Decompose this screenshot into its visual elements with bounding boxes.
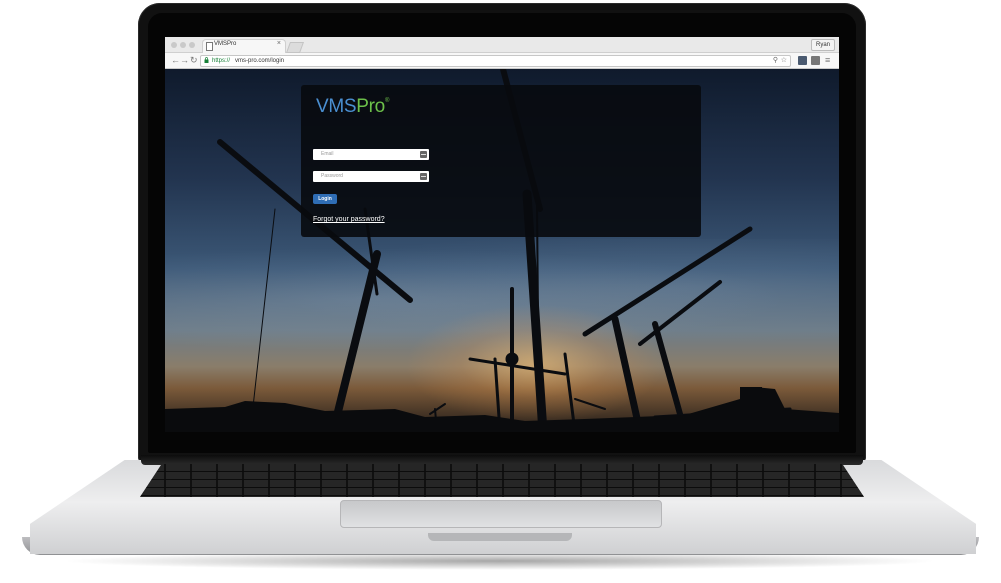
window-maximize-dot[interactable] (189, 42, 195, 48)
forgot-password-link[interactable]: Forgot your password? (313, 216, 385, 223)
keyboard-rows (140, 464, 864, 497)
email-placeholder: Email (321, 151, 334, 157)
password-manager-icon[interactable] (420, 173, 427, 180)
tab-title: VMSPro (214, 41, 237, 47)
browser-tab[interactable]: VMSPro × (202, 39, 286, 53)
profile-button[interactable]: Ryan (810, 39, 835, 51)
browser-toolbar: ← → ↻ https:// vms-pro.com/login ⚲ ☆ ≡ (165, 53, 839, 69)
login-button[interactable]: Login (313, 194, 337, 204)
tab-close-icon[interactable]: × (277, 40, 281, 47)
trackpad (340, 500, 662, 528)
extension-icon[interactable] (811, 56, 820, 65)
vmspro-logo: VMSPro® (316, 96, 389, 118)
keyboard (140, 464, 864, 497)
forward-arrow-icon[interactable]: → (180, 55, 189, 65)
reload-icon[interactable]: ↻ (190, 55, 198, 65)
password-field[interactable]: Password (313, 171, 429, 182)
url-scheme: https:// (212, 58, 231, 64)
search-icon[interactable]: ⚲ (773, 56, 778, 66)
window-close-dot[interactable] (171, 42, 177, 48)
window-minimize-dot[interactable] (180, 42, 186, 48)
login-card: VMSPro® Email Password Login Forgot your… (301, 85, 701, 237)
login-page-background: VMSPro® Email Password Login Forgot your… (165, 69, 839, 432)
password-manager-icon[interactable] (420, 151, 427, 158)
password-placeholder: Password (321, 173, 343, 179)
logo-text-pro: Pro (356, 96, 385, 117)
address-bar[interactable]: https:// vms-pro.com/login ⚲ ☆ (200, 55, 791, 67)
menu-icon[interactable]: ≡ (825, 55, 830, 65)
email-field[interactable]: Email (313, 149, 429, 160)
laptop-screen: VMSPro × Ryan ← → ↻ https:// vms-pro.com… (165, 37, 839, 432)
extension-icon[interactable] (798, 56, 807, 65)
lid-opening-notch (428, 533, 572, 541)
laptop-hinge (141, 455, 863, 465)
back-arrow-icon[interactable]: ← (171, 55, 180, 65)
bookmark-star-icon[interactable]: ☆ (781, 56, 787, 66)
browser-tab-bar: VMSPro × Ryan (165, 37, 839, 53)
logo-text-vms: VMS (316, 96, 357, 117)
new-tab-button[interactable] (285, 42, 305, 53)
url-path: vms-pro.com/login (235, 58, 285, 64)
page-icon (206, 42, 213, 51)
registered-mark: ® (384, 98, 390, 104)
lock-icon (204, 57, 209, 63)
